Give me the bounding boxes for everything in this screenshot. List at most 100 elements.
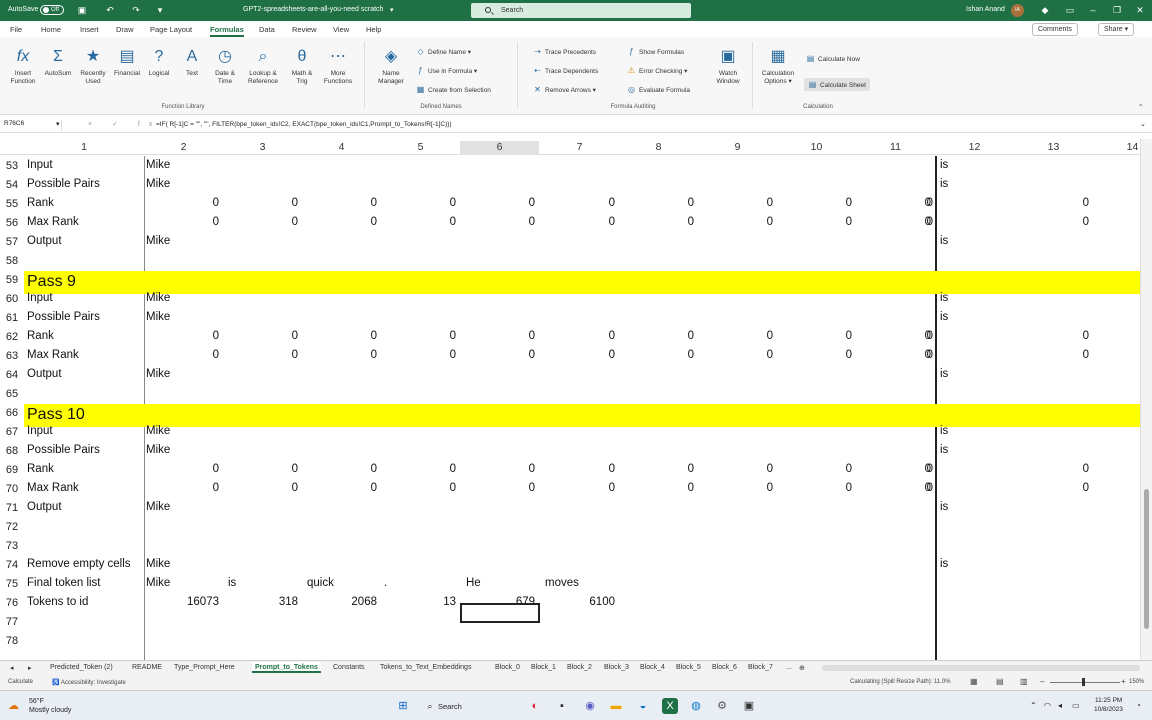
page-layout-view-icon[interactable]: ▤ <box>996 677 1004 686</box>
cell-number[interactable]: 0 <box>792 463 852 475</box>
cell-token[interactable]: Mike <box>146 577 170 589</box>
cell-token[interactable]: Mike <box>146 178 170 190</box>
row-header[interactable]: 56 <box>0 217 24 229</box>
cell-number[interactable]: 0 <box>159 349 219 361</box>
cell-token[interactable]: Mike <box>146 159 170 171</box>
cell-number[interactable]: 0 <box>634 197 694 209</box>
cell-token[interactable]: is <box>940 444 948 456</box>
cell-number[interactable]: 0 <box>317 216 377 228</box>
cell-number[interactable]: 0 <box>1029 330 1089 342</box>
excel-icon[interactable]: X <box>662 698 678 714</box>
name-box[interactable]: R76C6 <box>4 120 62 131</box>
column-header-3[interactable]: 3 <box>223 141 302 155</box>
collapse-ribbon-icon[interactable]: ⌃ <box>1138 103 1143 111</box>
column-header-8[interactable]: 8 <box>619 141 698 155</box>
column-header-7[interactable]: 7 <box>540 141 619 155</box>
taskbar-search-icon[interactable]: ⌕ <box>422 698 438 714</box>
tray-chevron-icon[interactable]: ⌃ <box>1030 701 1037 710</box>
cell-number[interactable]: 0 <box>871 463 931 475</box>
cell-number[interactable]: 0 <box>317 463 377 475</box>
horizontal-scrollbar[interactable] <box>822 665 1140 671</box>
cell-number[interactable]: 0 <box>1029 216 1089 228</box>
tab-formulas[interactable]: Formulas <box>210 25 244 37</box>
sheet-tab[interactable]: Block_5 <box>676 664 701 671</box>
row-label[interactable]: Input <box>27 159 53 171</box>
minimize-icon[interactable]: – <box>1087 4 1099 16</box>
cell-token[interactable]: is <box>940 159 948 171</box>
cell-number[interactable]: 0 <box>475 216 535 228</box>
column-header-4[interactable]: 4 <box>302 141 381 155</box>
tab-review[interactable]: Review <box>292 25 317 34</box>
row-label[interactable]: Max Rank <box>27 349 79 361</box>
tab-draw[interactable]: Draw <box>116 25 134 34</box>
trace-dependents-button[interactable]: ⇠ Trace Dependents <box>533 66 598 75</box>
row-header[interactable]: 55 <box>0 198 24 210</box>
watch-window-button[interactable]: ▣ Watch Window <box>710 47 746 86</box>
column-header-9[interactable]: 9 <box>698 141 777 155</box>
cell-token-id[interactable]: 13 <box>396 596 456 608</box>
text-button[interactable]: A Text <box>176 47 208 78</box>
cell-token[interactable]: is <box>940 368 948 380</box>
cell-token[interactable]: Mike <box>146 425 170 437</box>
math-trig-button[interactable]: θ Math & Trig <box>286 47 318 86</box>
row-header[interactable]: 61 <box>0 312 24 324</box>
column-header-2[interactable]: 2 <box>144 141 223 155</box>
row-header[interactable]: 73 <box>0 540 24 552</box>
cell-token[interactable]: Mike <box>146 444 170 456</box>
cell-token-id[interactable]: 679 <box>475 596 535 608</box>
cell-number[interactable]: 0 <box>871 349 931 361</box>
ribbon-display-icon[interactable]: ▭ <box>1064 4 1076 16</box>
task-view-icon[interactable]: ▪ <box>554 698 570 714</box>
cell-number[interactable]: 0 <box>317 330 377 342</box>
expand-formula-icon[interactable]: ⌄ <box>1140 120 1146 128</box>
cell-token[interactable]: is <box>940 178 948 190</box>
sheet-tab[interactable]: Predicted_Token (2) <box>50 664 113 671</box>
cell-number[interactable]: 0 <box>238 197 298 209</box>
taskbar-search[interactable]: Search <box>438 702 462 711</box>
row-header[interactable]: 65 <box>0 388 24 400</box>
row-label[interactable]: Remove empty cells <box>27 558 131 570</box>
use-in-formula-button[interactable]: ƒ Use in Formula ▾ <box>416 66 477 75</box>
cell-number[interactable]: 0 <box>871 482 931 494</box>
sheet-tab[interactable]: Type_Prompt_Here <box>174 664 235 671</box>
teams-icon[interactable]: ◉ <box>582 698 598 714</box>
row-label[interactable]: Input <box>27 425 53 437</box>
cell-number[interactable]: 0 <box>396 197 456 209</box>
sheet-tab[interactable]: Block_6 <box>712 664 737 671</box>
row-header[interactable]: 64 <box>0 369 24 381</box>
page-break-view-icon[interactable]: ▥ <box>1020 677 1028 686</box>
weather-icon[interactable]: ☁ <box>8 699 19 712</box>
cell-number[interactable]: 0 <box>396 482 456 494</box>
cell-token[interactable]: is <box>940 501 948 513</box>
row-header[interactable]: 77 <box>0 616 24 628</box>
sheet-tab[interactable]: Block_0 <box>495 664 520 671</box>
cell-number[interactable]: 0 <box>873 463 933 475</box>
cell-number[interactable]: 0 <box>1029 197 1089 209</box>
tab-data[interactable]: Data <box>259 25 275 34</box>
show-formulas-button[interactable]: ƒ Show Formulas <box>627 47 684 56</box>
sheet-nav-right-icon[interactable]: ▸ <box>28 664 32 672</box>
clock-time[interactable]: 11:25 PM <box>1095 697 1122 704</box>
tab-insert[interactable]: Insert <box>80 25 99 34</box>
row-label[interactable]: Output <box>27 235 62 247</box>
cell-number[interactable]: 0 <box>475 482 535 494</box>
selected-cell[interactable] <box>460 603 540 623</box>
cell-number[interactable]: 0 <box>159 216 219 228</box>
row-label[interactable]: Tokens to id <box>27 596 88 608</box>
browser-icon[interactable]: ◍ <box>688 698 704 714</box>
lookup-reference-button[interactable]: ⌕ Lookup & Reference <box>242 47 284 86</box>
sheet-tab[interactable]: Block_1 <box>531 664 556 671</box>
cell-number[interactable]: 0 <box>159 463 219 475</box>
cell-number[interactable]: 0 <box>475 330 535 342</box>
battery-icon[interactable]: ▭ <box>1072 701 1080 710</box>
column-header-12[interactable]: 12 <box>935 141 1014 155</box>
redo-icon[interactable]: ↷ <box>130 4 142 16</box>
cell-number[interactable]: 0 <box>396 330 456 342</box>
sheet-tab[interactable]: Prompt_to_Tokens <box>252 662 321 673</box>
cell-number[interactable]: 0 <box>238 216 298 228</box>
cell-number[interactable]: 0 <box>634 216 694 228</box>
row-label[interactable]: Rank <box>27 197 54 209</box>
cell-number[interactable]: 0 <box>475 463 535 475</box>
cell-token[interactable]: is <box>940 425 948 437</box>
sheet-tab[interactable]: Block_3 <box>604 664 629 671</box>
